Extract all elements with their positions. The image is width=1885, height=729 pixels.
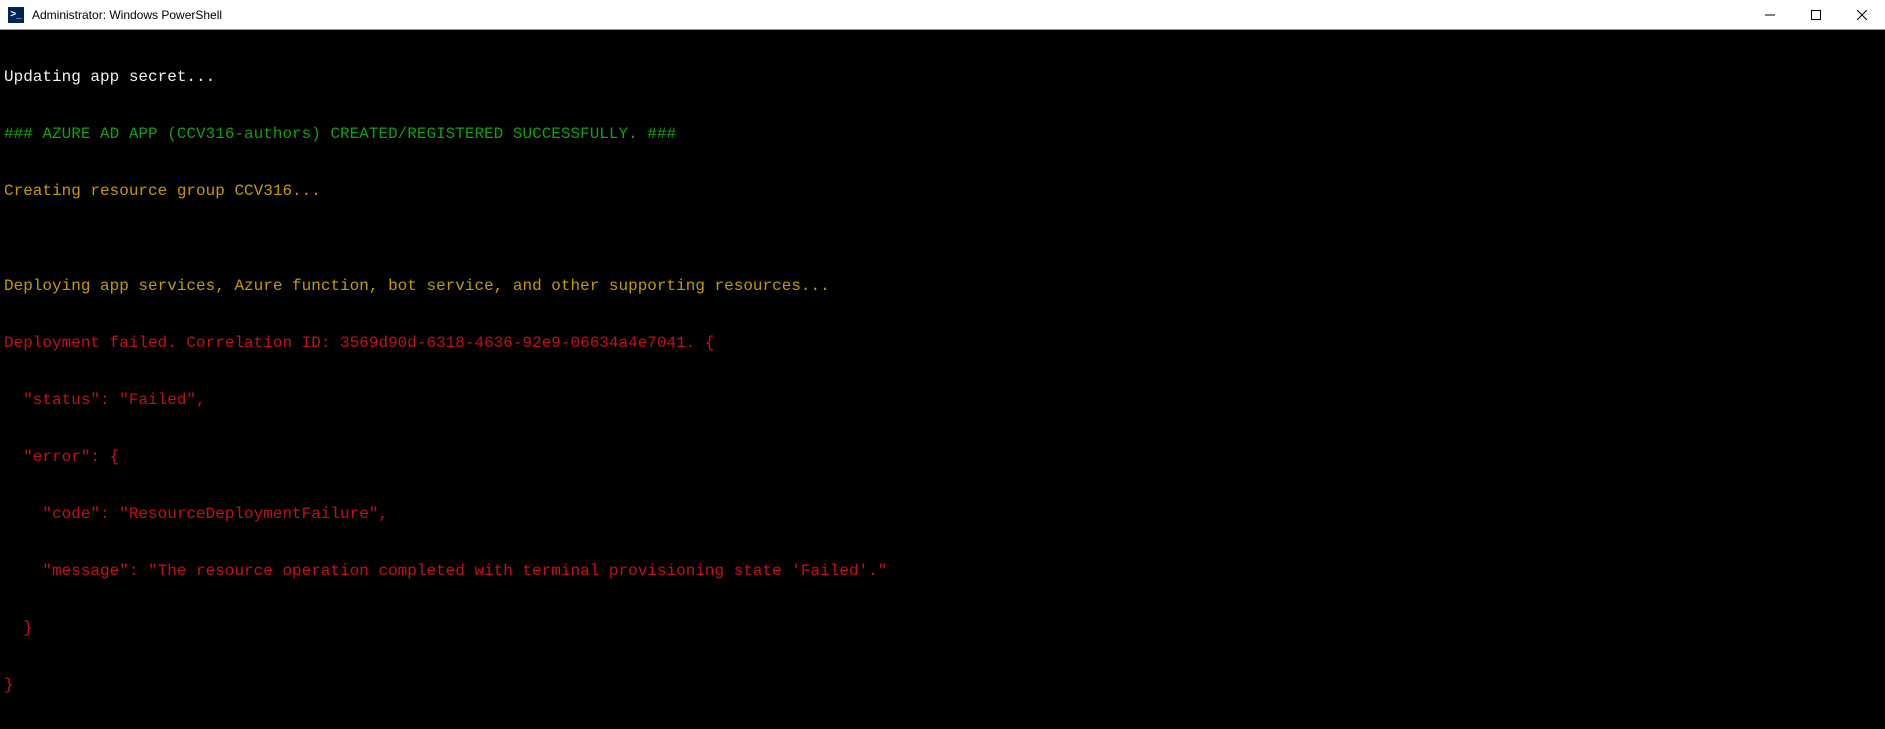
output-line: "status": "Failed", xyxy=(4,391,1881,410)
output-line: Updating app secret... xyxy=(4,68,1881,87)
output-line: "message": "The resource operation compl… xyxy=(4,562,1881,581)
powershell-icon: >_ xyxy=(8,7,24,23)
output-line: } xyxy=(4,619,1881,638)
minimize-button[interactable] xyxy=(1747,0,1793,30)
maximize-button[interactable] xyxy=(1793,0,1839,30)
output-line: Deployment failed. Correlation ID: 3569d… xyxy=(4,334,1881,353)
window-title: Administrator: Windows PowerShell xyxy=(30,8,1747,22)
output-line: "code": "ResourceDeploymentFailure", xyxy=(4,505,1881,524)
output-line: } xyxy=(4,676,1881,695)
output-line: ### AZURE AD APP (CCV316-authors) CREATE… xyxy=(4,125,1881,144)
output-line: "error": { xyxy=(4,448,1881,467)
output-line: Creating resource group CCV316... xyxy=(4,182,1881,201)
output-line: Deploying app services, Azure function, … xyxy=(4,277,1881,296)
window-titlebar: >_ Administrator: Windows PowerShell xyxy=(0,0,1885,30)
terminal-output[interactable]: Updating app secret... ### AZURE AD APP … xyxy=(0,30,1885,729)
close-button[interactable] xyxy=(1839,0,1885,30)
